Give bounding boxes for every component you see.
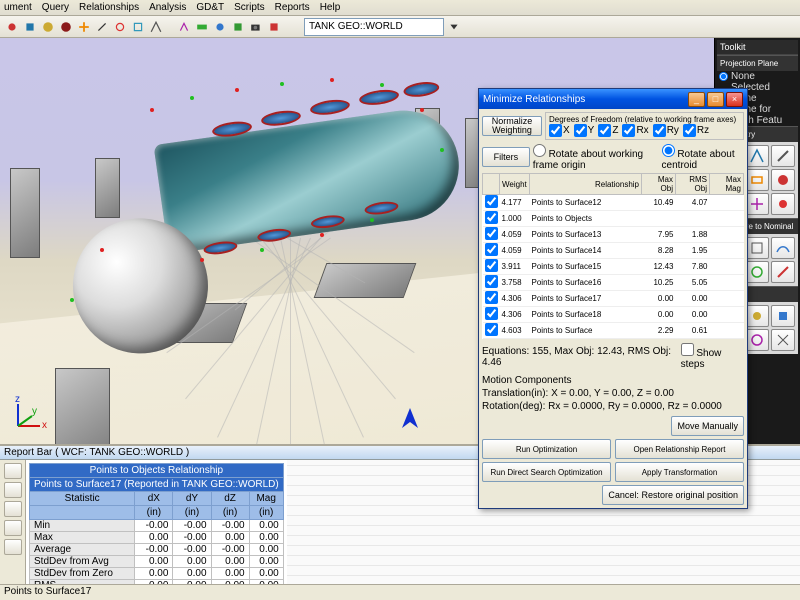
tool-icon[interactable]	[22, 19, 38, 35]
toolkit-title: Toolkit	[717, 40, 798, 55]
geom-tool[interactable]	[746, 145, 770, 167]
svg-text:z: z	[15, 394, 20, 405]
north-arrow-icon	[400, 406, 420, 434]
tool-icon[interactable]	[230, 19, 246, 35]
menu-item[interactable]: Scripts	[234, 2, 265, 13]
table-row[interactable]: 4.059Points to Surface137.951.88	[483, 227, 744, 243]
table-row[interactable]: 4.059Points to Surface148.281.95	[483, 243, 744, 259]
tool-icon[interactable]	[94, 19, 110, 35]
svg-text:y: y	[32, 406, 37, 417]
normalize-button[interactable]: Normalize Weighting	[482, 116, 542, 136]
tool-icon[interactable]	[266, 19, 282, 35]
minimize-relationships-dialog: Minimize Relationships _ □ × Normalize W…	[478, 88, 748, 509]
geom-tool[interactable]	[771, 145, 795, 167]
table-row[interactable]: 4.306Points to Surface180.000.00	[483, 307, 744, 323]
geom-tool[interactable]	[746, 193, 770, 215]
tank-model	[90, 74, 470, 292]
geom-tool[interactable]	[746, 169, 770, 191]
tool-icon[interactable]	[148, 19, 164, 35]
table-row: StdDev from Zero0.000.000.000.00	[30, 568, 284, 580]
report-tool-icon[interactable]	[4, 463, 22, 479]
geom-tool[interactable]	[771, 193, 795, 215]
table-row[interactable]: 3.911Points to Surface1512.437.80	[483, 259, 744, 275]
report-tool-icon[interactable]	[4, 482, 22, 498]
axis-triad-icon: z x y	[10, 394, 50, 434]
move-manually-button[interactable]: Move Manually	[671, 416, 744, 436]
camera-icon[interactable]	[248, 19, 264, 35]
dropdown-icon[interactable]	[446, 19, 462, 35]
toolkit-section: Projection Plane	[717, 55, 798, 71]
tool-icon[interactable]	[130, 19, 146, 35]
compare-tool[interactable]	[746, 261, 770, 283]
report-table: Points to Objects Relationship Points to…	[29, 463, 284, 592]
tool-icon[interactable]	[176, 19, 192, 35]
menu-bar: ument Query Relationships Analysis GD&T …	[0, 0, 800, 16]
report-tools	[0, 460, 26, 595]
tool-icon[interactable]	[212, 19, 228, 35]
menu-item[interactable]: Analysis	[149, 2, 186, 13]
filters-button[interactable]: Filters	[482, 147, 530, 167]
other-tool[interactable]	[746, 305, 770, 327]
maximize-icon[interactable]: □	[707, 92, 724, 107]
menu-item[interactable]: GD&T	[196, 2, 224, 13]
radio-none[interactable]: None	[717, 71, 798, 82]
run-optimization-button[interactable]: Run Optimization	[482, 439, 611, 459]
other-tool[interactable]	[771, 329, 795, 351]
menu-item[interactable]: ument	[4, 2, 32, 13]
compare-tool[interactable]	[746, 237, 770, 259]
close-icon[interactable]: ×	[726, 92, 743, 107]
table-row: Average-0.00-0.00-0.000.00	[30, 544, 284, 556]
tool-icon[interactable]	[4, 19, 20, 35]
table-row[interactable]: 4.177Points to Surface1210.494.07	[483, 195, 744, 211]
table-row: Max0.00-0.000.000.00	[30, 532, 284, 544]
radio-frame-origin[interactable]: Rotate about working frame origin	[533, 144, 656, 171]
toolbar-1: TANK GEO::WORLD	[0, 16, 800, 38]
compare-tool[interactable]	[771, 261, 795, 283]
run-direct-button[interactable]: Run Direct Search Optimization	[482, 462, 611, 482]
compare-tool[interactable]	[771, 237, 795, 259]
other-tool[interactable]	[771, 305, 795, 327]
minimize-icon[interactable]: _	[688, 92, 705, 107]
table-row: Min-0.00-0.00-0.000.00	[30, 520, 284, 532]
table-row[interactable]: 4.306Points to Surface170.000.00	[483, 291, 744, 307]
open-report-button[interactable]: Open Relationship Report	[615, 439, 744, 459]
menu-item[interactable]: Query	[42, 2, 69, 13]
report-tool-icon[interactable]	[4, 501, 22, 517]
tool-icon[interactable]	[58, 19, 74, 35]
wcf-selector[interactable]: TANK GEO::WORLD	[304, 18, 444, 36]
menu-item[interactable]: Help	[320, 2, 341, 13]
relationships-table: WeightRelationshipMax ObjRMS ObjMax Mag …	[482, 173, 744, 339]
svg-text:x: x	[42, 420, 47, 431]
other-tool[interactable]	[746, 329, 770, 351]
table-row[interactable]: 1.000Points to Objects	[483, 211, 744, 227]
tool-icon[interactable]	[76, 19, 92, 35]
tool-icon[interactable]	[194, 19, 210, 35]
tool-icon[interactable]	[112, 19, 128, 35]
geom-tool[interactable]	[771, 169, 795, 191]
menu-item[interactable]: Relationships	[79, 2, 139, 13]
status-bar: Points to Surface17	[0, 584, 800, 600]
tool-icon[interactable]	[40, 19, 56, 35]
apply-transformation-button[interactable]: Apply Transformation	[615, 462, 744, 482]
cancel-button[interactable]: Cancel: Restore original position	[602, 485, 744, 505]
table-row[interactable]: 3.758Points to Surface1610.255.05	[483, 275, 744, 291]
dialog-titlebar[interactable]: Minimize Relationships _ □ ×	[479, 89, 747, 109]
radio-centroid[interactable]: Rotate about centroid	[662, 144, 744, 171]
report-tool-icon[interactable]	[4, 539, 22, 555]
table-row: StdDev from Avg0.000.000.000.00	[30, 556, 284, 568]
table-row[interactable]: 4.603Points to Surface2.290.61	[483, 323, 744, 339]
report-tool-icon[interactable]	[4, 520, 22, 536]
menu-item[interactable]: Reports	[275, 2, 310, 13]
show-steps-check[interactable]: Show steps	[681, 343, 744, 370]
